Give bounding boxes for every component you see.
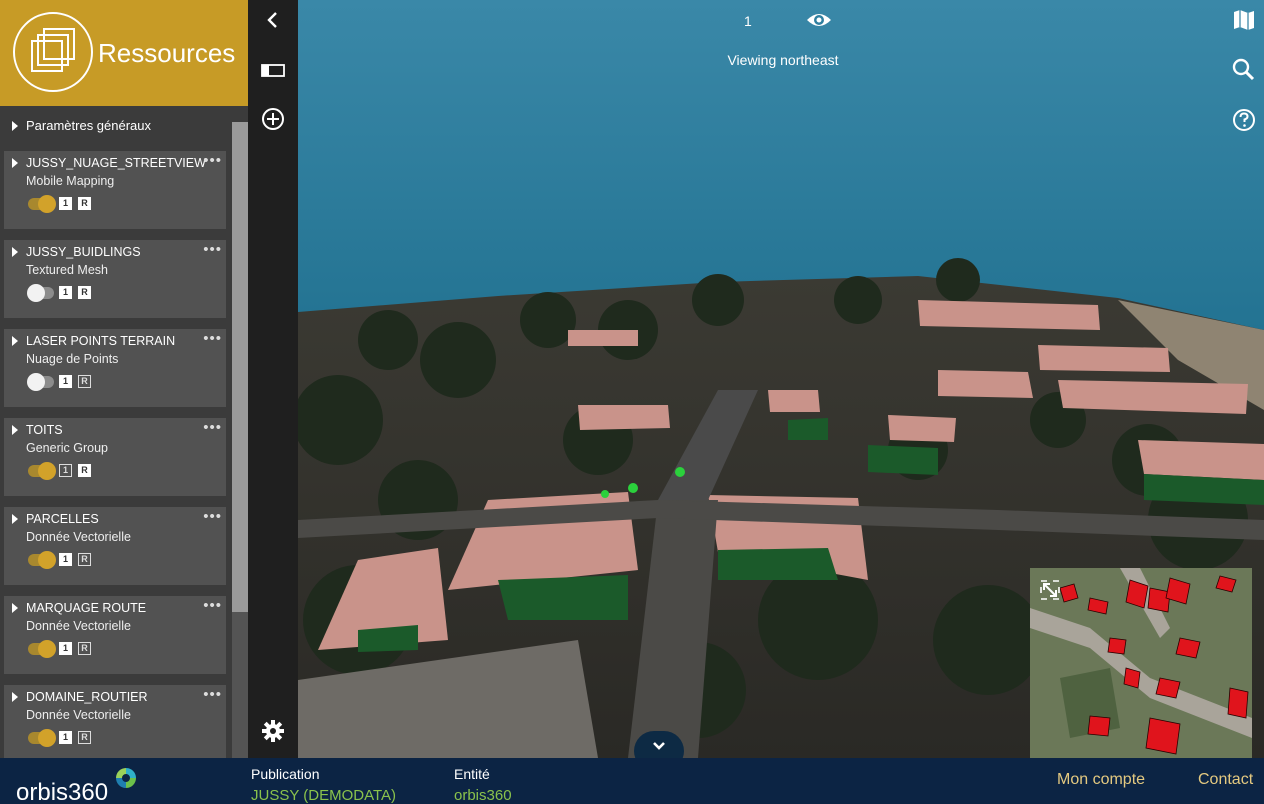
layer-menu-icon[interactable]: ••• (203, 152, 222, 169)
brand-name: orbis360 (16, 779, 109, 804)
layer-name: MARQUAGE ROUTE (26, 601, 147, 615)
caret-right-icon[interactable] (12, 336, 18, 346)
layer-name: DOMAINE_ROUTIER (26, 690, 148, 704)
contact-link[interactable]: Contact (1198, 771, 1253, 789)
layer-badge-r[interactable]: R (78, 375, 91, 388)
layer-badge-r[interactable]: R (78, 464, 91, 477)
view-direction: Viewing northeast (727, 52, 839, 68)
general-params-toggle[interactable]: Paramètres généraux (0, 106, 232, 146)
chevron-down-icon[interactable] (634, 731, 684, 758)
layer-menu-icon[interactable]: ••• (203, 508, 222, 525)
help-icon[interactable] (1230, 106, 1258, 134)
resources-stack-icon (13, 12, 93, 92)
zoom-level: 1 (744, 13, 752, 29)
layer-visibility-toggle[interactable] (28, 640, 56, 658)
eye-icon[interactable] (805, 6, 833, 34)
resources-panel: Ressources Paramètres généraux JUSSY_NUA… (0, 0, 248, 758)
layer-card[interactable]: TOITS Generic Group ••• 1 R (4, 418, 226, 496)
layer-badge-1[interactable]: 1 (59, 642, 72, 655)
layer-badge-1[interactable]: 1 (59, 197, 72, 210)
layer-menu-icon[interactable]: ••• (203, 419, 222, 436)
layer-type: Donnée Vectorielle (26, 708, 131, 722)
layer-badge-r[interactable]: R (78, 197, 91, 210)
caret-right-icon[interactable] (12, 247, 18, 257)
layer-visibility-toggle[interactable] (28, 195, 56, 213)
panel-toggle-icon[interactable] (258, 55, 288, 85)
search-icon[interactable] (1230, 56, 1258, 84)
layer-badge-r[interactable]: R (78, 731, 91, 744)
scrollbar-thumb[interactable] (232, 122, 248, 612)
3d-viewer[interactable]: 1 Viewing northeast (298, 0, 1264, 758)
resources-title: Ressources (98, 38, 236, 68)
layer-visibility-toggle[interactable] (28, 551, 56, 569)
layer-list-scrollbar[interactable] (232, 122, 248, 758)
layer-type: Mobile Mapping (26, 174, 115, 188)
caret-right-icon[interactable] (12, 692, 18, 702)
layer-menu-icon[interactable]: ••• (203, 330, 222, 347)
map-icon[interactable] (1230, 6, 1258, 34)
layer-visibility-toggle[interactable] (27, 373, 54, 391)
minimap-imagery (1030, 568, 1252, 758)
layer-name: LASER POINTS TERRAIN (26, 334, 176, 348)
layer-card[interactable]: JUSSY_NUAGE_STREETVIEW Mobile Mapping ••• 1… (4, 151, 226, 229)
layer-type: Textured Mesh (26, 263, 108, 277)
layer-card[interactable]: MARQUAGE ROUTE Donnée Vectorielle ••• 1 R (4, 596, 226, 674)
overview-minimap[interactable] (1030, 568, 1252, 758)
layer-menu-icon[interactable]: ••• (203, 241, 222, 258)
layer-card[interactable]: DOMAINE_ROUTIER Donnée Vectorielle ••• 1 R (4, 685, 226, 758)
layer-badge-1[interactable]: 1 (59, 375, 72, 388)
layer-badge-1[interactable]: 1 (59, 731, 72, 744)
layer-badge-1[interactable]: 1 (59, 553, 72, 566)
caret-right-icon[interactable] (12, 158, 18, 168)
layer-type: Nuage de Points (26, 352, 119, 366)
footer-bar: orbis360 Publication JUSSY (DEMODATA) En… (0, 758, 1264, 804)
layer-name: PARCELLES (26, 512, 99, 526)
expand-icon[interactable] (1038, 578, 1062, 602)
chevron-left-icon[interactable] (258, 5, 288, 35)
orbis360-logo-icon (114, 766, 138, 790)
caret-right-icon[interactable] (12, 425, 18, 435)
layer-visibility-toggle[interactable] (28, 729, 56, 747)
layer-badge-r[interactable]: R (78, 286, 91, 299)
resources-header: Ressources (0, 0, 248, 106)
layer-type: Donnée Vectorielle (26, 619, 131, 633)
layer-card[interactable]: PARCELLES Donnée Vectorielle ••• 1 R (4, 507, 226, 585)
layer-card[interactable]: JUSSY_BUIDLINGS Textured Mesh ••• 1 R (4, 240, 226, 318)
entity-value: orbis360 (454, 787, 512, 804)
layer-type: Donnée Vectorielle (26, 530, 131, 544)
entity-label: Entité (454, 766, 490, 782)
layer-menu-icon[interactable]: ••• (203, 597, 222, 614)
account-link[interactable]: Mon compte (1057, 771, 1145, 789)
layer-name: JUSSY_NUAGE_STREETVIEW (26, 156, 206, 170)
settings-gear-icon[interactable] (258, 716, 288, 746)
layer-menu-icon[interactable]: ••• (203, 686, 222, 703)
layer-badge-r[interactable]: R (78, 553, 91, 566)
layer-visibility-toggle[interactable] (27, 284, 54, 302)
caret-right-icon (12, 121, 18, 131)
layer-card[interactable]: LASER POINTS TERRAIN Nuage de Points ••• 1 R (4, 329, 226, 407)
layer-visibility-toggle[interactable] (28, 462, 56, 480)
layer-badge-1[interactable]: 1 (59, 286, 72, 299)
tool-rail (248, 0, 298, 758)
layer-name: JUSSY_BUIDLINGS (26, 245, 141, 259)
publication-value: JUSSY (DEMODATA) (251, 787, 397, 804)
add-circle-icon[interactable] (258, 104, 288, 134)
caret-right-icon[interactable] (12, 514, 18, 524)
layer-badge-1[interactable]: 1 (59, 464, 72, 477)
caret-right-icon[interactable] (12, 603, 18, 613)
layer-type: Generic Group (26, 441, 108, 455)
general-params-label: Paramètres généraux (26, 118, 152, 133)
layer-badge-r[interactable]: R (78, 642, 91, 655)
publication-label: Publication (251, 766, 320, 782)
layer-name: TOITS (26, 423, 63, 437)
